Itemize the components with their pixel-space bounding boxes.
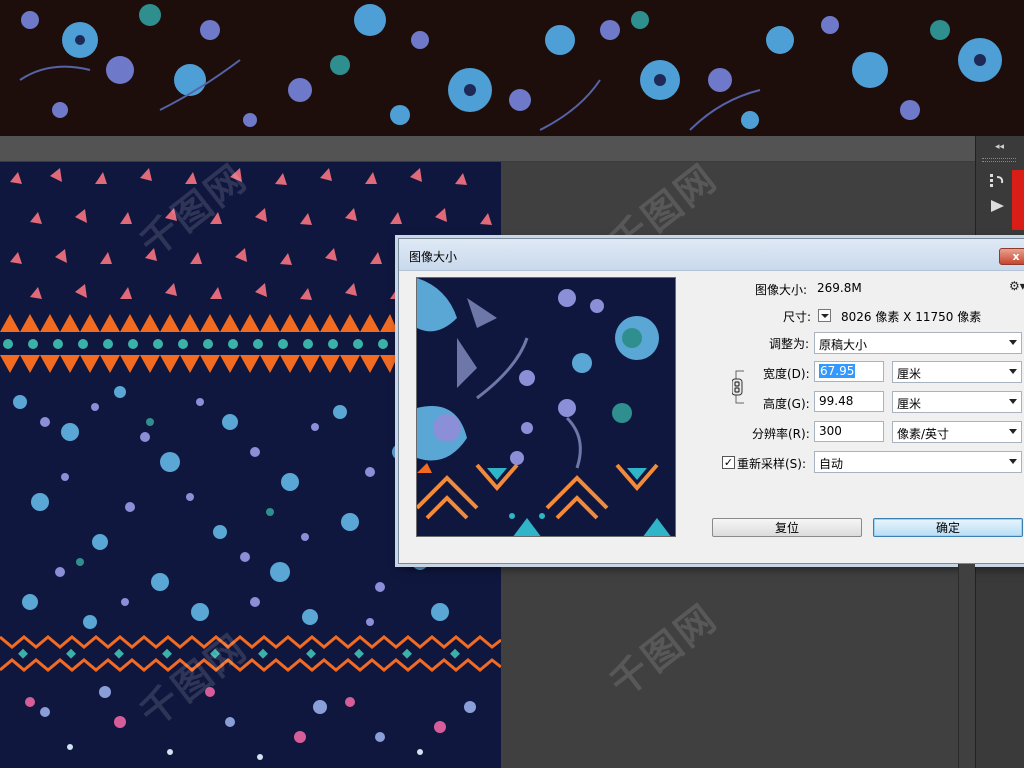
chevron-down-icon	[1009, 340, 1017, 345]
play-icon	[991, 200, 1004, 212]
resolution-unit-value: 像素/英寸	[897, 427, 950, 441]
vertical-scrollbar[interactable]	[958, 564, 975, 768]
adjust-to-select[interactable]: 原稿大小	[814, 332, 1022, 354]
dimensions-value: 8026 像素 X 11750 像素	[841, 310, 982, 324]
panel-collapse-button[interactable]: ◂◂	[995, 142, 1004, 152]
height-unit-select[interactable]: 厘米	[892, 391, 1022, 413]
image-preview[interactable]	[416, 277, 676, 537]
ime-badge	[1012, 170, 1024, 230]
photoshop-screen: ◂◂ 千图网 千图网 千图网 千图网 图像大小 x	[0, 0, 1024, 768]
dimensions-units-dropdown[interactable]	[818, 309, 831, 322]
dialog-title: 图像大小	[409, 250, 458, 264]
resample-method-select[interactable]: 自动	[814, 451, 1022, 473]
resample-label: 重新采样(S):	[737, 457, 807, 471]
width-value: 67.95	[819, 364, 856, 378]
adjust-to-label: 调整为:	[769, 337, 810, 351]
width-unit-select[interactable]: 厘米	[892, 361, 1022, 383]
chevron-down-icon	[1009, 429, 1017, 434]
height-unit-value: 厘米	[897, 397, 922, 411]
resolution-value: 300	[819, 424, 842, 438]
image-size-dialog: 图像大小 x ⚙ 图像大小: 269.8M 尺寸: 8026 像素 X 1175…	[398, 238, 1024, 564]
image-size-label: 图像大小:	[755, 283, 808, 297]
dimensions-label: 尺寸:	[783, 310, 812, 324]
chevron-down-icon	[1009, 399, 1017, 404]
image-size-value: 269.8M	[817, 281, 862, 295]
panel-grip[interactable]	[982, 158, 1016, 162]
width-unit-value: 厘米	[897, 367, 922, 381]
reset-button[interactable]: 复位	[712, 518, 862, 537]
resample-checkbox[interactable]: ✓	[722, 456, 735, 469]
ok-button[interactable]: 确定	[873, 518, 1023, 537]
dialog-titlebar[interactable]: 图像大小 x	[399, 239, 1024, 271]
resolution-label: 分辨率(R):	[752, 427, 810, 441]
resolution-input[interactable]: 300	[814, 421, 884, 442]
height-label: 高度(G):	[763, 397, 810, 411]
floral-pattern-top	[19, 4, 1002, 131]
close-button[interactable]: x	[999, 248, 1024, 265]
chevron-down-icon	[1009, 369, 1017, 374]
artwork-top-strip	[0, 0, 1024, 136]
height-value: 99.48	[819, 394, 854, 408]
resolution-unit-select[interactable]: 像素/英寸	[892, 421, 1022, 443]
preview-artwork	[417, 278, 675, 536]
history-icon	[990, 174, 1004, 187]
constrain-link-icon[interactable]	[732, 369, 752, 405]
height-input[interactable]: 99.48	[814, 391, 884, 412]
resample-method-value: 自动	[819, 457, 844, 471]
chevron-down-icon	[1009, 459, 1017, 464]
history-tool-button[interactable]	[984, 168, 1010, 192]
settings-gear-icon[interactable]: ⚙▾	[1009, 279, 1024, 293]
adjust-to-value: 原稿大小	[819, 338, 868, 352]
width-label: 宽度(D):	[763, 367, 810, 381]
options-bar	[0, 136, 1024, 162]
play-action-button[interactable]	[984, 194, 1010, 218]
width-input[interactable]: 67.95	[814, 361, 884, 382]
